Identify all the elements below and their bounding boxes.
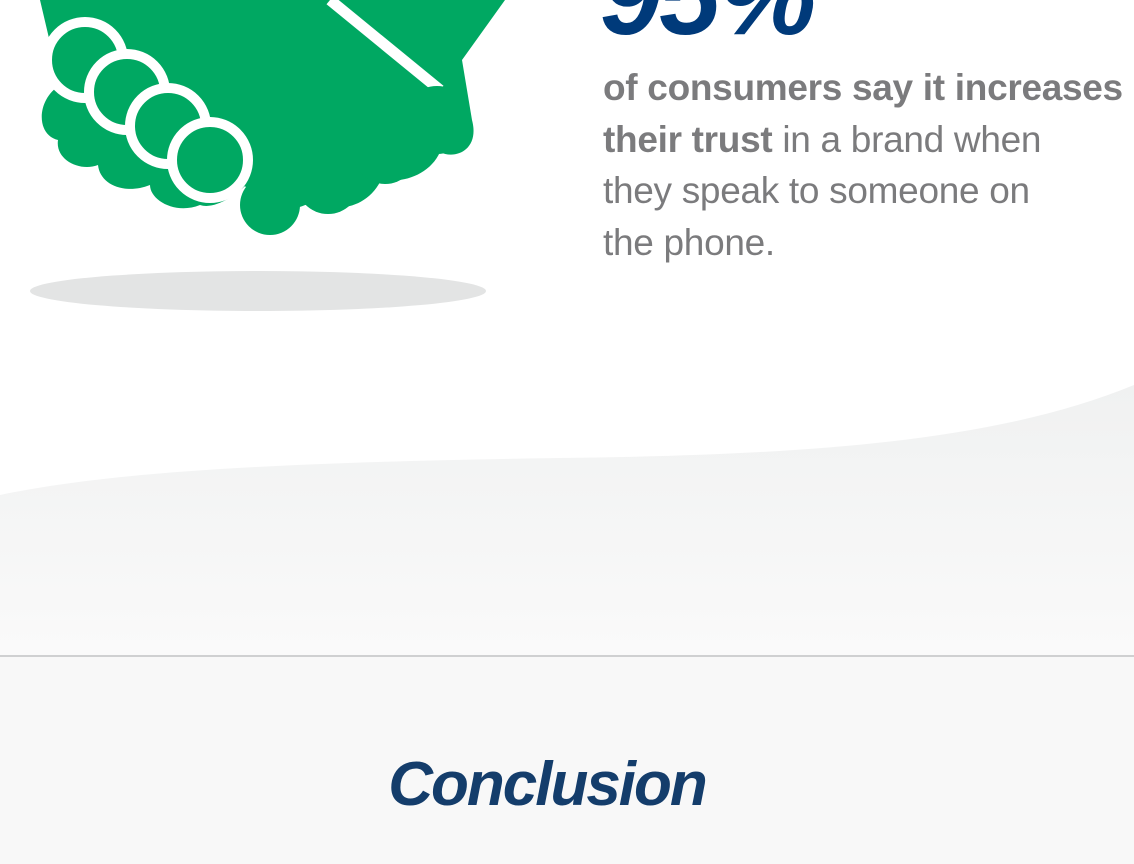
- stat-line-4: the phone.: [603, 221, 775, 263]
- handshake-shadow: [30, 271, 486, 311]
- handshake-icon: [30, 0, 505, 311]
- section-divider: [0, 655, 1134, 657]
- stat-emphasis: their trust: [603, 118, 773, 160]
- stat-line-1: of consumers say it increases: [603, 67, 1123, 108]
- stat-line-2: their trust in a brand when: [603, 114, 1134, 166]
- conclusion-heading: Conclusion: [388, 750, 708, 819]
- stat-description: of consumers say it increases their trus…: [603, 62, 1134, 268]
- stat-percentage: 95%: [600, 0, 816, 52]
- stat-line-3: they speak to someone on: [603, 170, 1030, 211]
- stat-line-2-rest: in a brand when: [772, 118, 1042, 160]
- infographic-page: 95% of consumers say it increases their …: [0, 0, 1134, 864]
